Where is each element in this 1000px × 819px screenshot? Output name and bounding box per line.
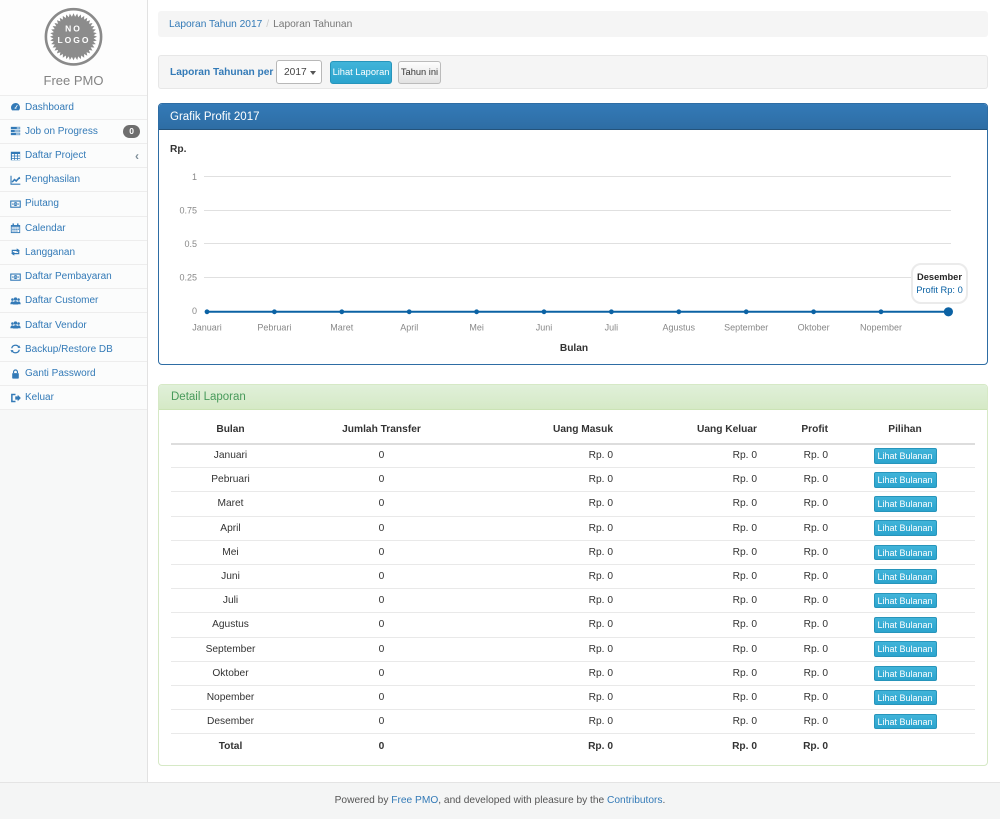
svg-text:Agustus: Agustus: [663, 322, 696, 332]
svg-text:0.25: 0.25: [179, 273, 197, 283]
svg-text:Juli: Juli: [605, 322, 619, 332]
svg-text:NO: NO: [65, 24, 82, 34]
svg-text:Rp.: Rp.: [170, 144, 187, 155]
svg-text:Maret: Maret: [330, 322, 354, 332]
svg-text:Mei: Mei: [469, 322, 484, 332]
svg-text:September: September: [724, 322, 768, 332]
svg-text:Nopember: Nopember: [860, 322, 902, 332]
svg-text:1: 1: [192, 172, 197, 182]
svg-text:0.5: 0.5: [184, 239, 197, 249]
svg-text:0.75: 0.75: [179, 206, 197, 216]
svg-text:April: April: [400, 322, 418, 332]
svg-text:Oktober: Oktober: [798, 322, 830, 332]
svg-text:Januari: Januari: [192, 322, 222, 332]
svg-text:Pebruari: Pebruari: [257, 322, 291, 332]
svg-text:LOGO: LOGO: [57, 35, 90, 45]
svg-text:Bulan: Bulan: [560, 343, 588, 354]
svg-text:Juni: Juni: [536, 322, 553, 332]
svg-text:0: 0: [192, 306, 197, 316]
